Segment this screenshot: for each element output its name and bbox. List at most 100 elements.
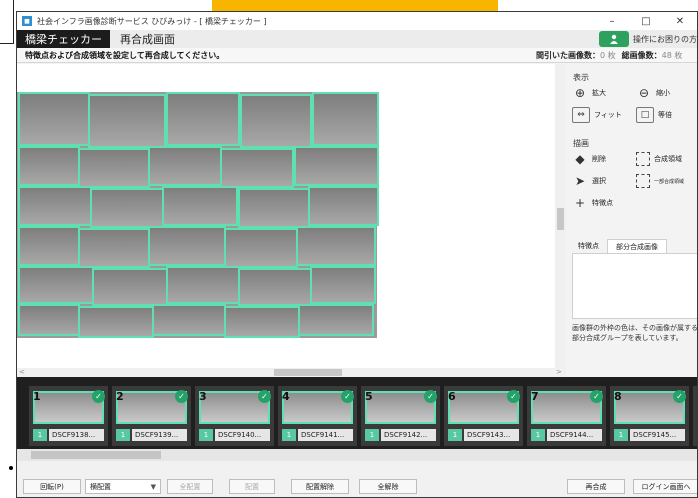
thumbnail-card[interactable]: 4 ✓ 1 DSCF9141... <box>278 386 357 446</box>
thumbnail-scrollbar[interactable] <box>17 449 697 461</box>
thumbnail-scroll-thumb[interactable] <box>31 451 161 459</box>
merge-area-tool-button[interactable]: 合成領域 <box>636 150 682 168</box>
mosaic-tile[interactable] <box>18 304 80 336</box>
delete-tool-button[interactable]: ◆ 削除 <box>572 150 606 168</box>
app-header: 橋梁チェッカー 再合成画面 操作にお困りの方 <box>17 30 697 48</box>
partial-area-tool-button[interactable]: 一部合成領域 <box>636 172 684 190</box>
help-button[interactable]: 操作にお困りの方 <box>599 31 697 47</box>
thumbnail-number: 5 <box>365 390 373 403</box>
mosaic-tile[interactable] <box>220 148 294 188</box>
mosaic-tile[interactable] <box>18 92 90 146</box>
instruction-text: 特徴点および合成領域を設定して再合成してください。 <box>25 50 225 60</box>
scroll-right-icon[interactable]: > <box>556 368 562 376</box>
thumbnail-filename: DSCF9145... <box>630 429 685 441</box>
scroll-left-icon[interactable]: < <box>19 368 25 376</box>
group-badge: 1 <box>116 429 130 441</box>
dashed-rect-icon <box>636 152 650 166</box>
group-badge: 1 <box>33 429 47 441</box>
mosaic-tile[interactable] <box>296 226 376 266</box>
view-section-label: 表示 <box>573 73 589 82</box>
check-circle-icon: ✓ <box>175 390 188 403</box>
partial-images-panel <box>572 253 697 319</box>
thumbnail-card[interactable]: 7 ✓ 1 DSCF9144... <box>527 386 606 446</box>
mosaic-tile[interactable] <box>294 146 379 186</box>
actual-size-button[interactable]: □ 等倍 <box>636 106 672 124</box>
mosaic-tile[interactable] <box>18 146 80 186</box>
background-window-fragment <box>0 0 14 44</box>
mosaic-tile[interactable] <box>148 226 226 266</box>
mosaic-tile[interactable] <box>310 266 376 304</box>
mosaic-tile[interactable] <box>166 92 240 146</box>
zoom-in-button[interactable]: ⊕ 拡大 <box>572 84 606 102</box>
group-badge: 1 <box>531 429 545 441</box>
zoom-out-button[interactable]: ⊖ 縮小 <box>636 84 670 102</box>
select-tool-button[interactable]: ➤ 選択 <box>572 172 606 190</box>
background-dot <box>9 466 13 470</box>
mosaic-tile[interactable] <box>88 94 166 148</box>
mosaic-tile[interactable] <box>78 306 154 338</box>
thumbnail-card[interactable]: 2 ✓ 1 DSCF9139... <box>112 386 191 446</box>
canvas-horizontal-scrollbar[interactable]: < > <box>17 368 566 377</box>
minimize-button[interactable]: – <box>595 12 629 30</box>
total-count-label: 総画像数： <box>621 51 662 60</box>
mosaic-tile[interactable] <box>238 188 310 228</box>
recompose-button[interactable]: 再合成 <box>567 479 625 494</box>
mosaic-tile[interactable] <box>224 228 298 268</box>
thumbnail-number: 8 <box>614 390 622 403</box>
layout-select[interactable]: 横配置 ▼ <box>85 479 161 494</box>
tab-partial-images[interactable]: 部分合成画像 <box>607 239 667 253</box>
thumbnail-card[interactable]: 1 ✓ 1 DSCF9138... <box>29 386 108 446</box>
mosaic-tile[interactable] <box>18 186 92 226</box>
info-bar: 特徴点および合成領域を設定して再合成してください。 間引いた画像数： 0 枚 総… <box>17 48 697 63</box>
check-circle-icon: ✓ <box>424 390 437 403</box>
place-button[interactable]: 配置 <box>229 479 275 494</box>
mosaic-tile[interactable] <box>312 92 379 146</box>
group-badge: 1 <box>282 429 296 441</box>
mosaic-tile[interactable] <box>78 148 150 188</box>
thumbnail-card[interactable]: 3 ✓ 1 DSCF9140... <box>195 386 274 446</box>
image-counts: 間引いた画像数： 0 枚 総画像数： 48 枚 <box>536 48 688 63</box>
mosaic-tile[interactable] <box>308 186 379 226</box>
thumbnail-card[interactable]: 9✓1DSCF9146... <box>693 386 697 446</box>
composite-canvas[interactable] <box>17 64 566 368</box>
merge-area-label: 合成領域 <box>654 155 682 163</box>
mosaic-tile[interactable] <box>148 146 222 186</box>
place-all-button[interactable]: 全配置 <box>167 479 213 494</box>
canvas-vertical-scrollbar[interactable] <box>555 64 566 368</box>
horizontal-scroll-thumb[interactable] <box>274 369 342 376</box>
mosaic-tile[interactable] <box>162 186 238 226</box>
fit-button[interactable]: ⇔ フィット <box>572 106 622 124</box>
partial-area-label: 一部合成領域 <box>654 178 685 185</box>
mosaic-tile[interactable] <box>90 188 164 228</box>
mosaic-tile[interactable] <box>166 266 240 304</box>
thumbnail-number: 2 <box>116 390 124 403</box>
thumbnail-card[interactable]: 6 ✓ 1 DSCF9143... <box>444 386 523 446</box>
mosaic-tile[interactable] <box>238 268 312 306</box>
rotate-button[interactable]: 回転(P) <box>23 479 81 494</box>
mosaic-tile[interactable] <box>18 226 80 266</box>
mosaic-tile[interactable] <box>78 228 150 268</box>
vertical-scroll-thumb[interactable] <box>557 208 564 230</box>
mosaic-tile[interactable] <box>18 266 94 304</box>
thumbnail-number: 4 <box>282 390 290 403</box>
unplace-button[interactable]: 配置解除 <box>291 479 349 494</box>
thumbnail-number: 3 <box>199 390 207 403</box>
thumbnail-card[interactable]: 8 ✓ 1 DSCF9145... <box>610 386 689 446</box>
actual-size-label: 等倍 <box>658 111 672 119</box>
mosaic-tile[interactable] <box>152 304 226 336</box>
maximize-button[interactable]: □ <box>629 12 663 30</box>
layout-select-value: 横配置 <box>90 482 111 491</box>
tab-feature-points[interactable]: 特徴点 <box>570 239 607 253</box>
close-button[interactable]: ✕ <box>663 12 697 30</box>
mosaic-tile[interactable] <box>92 268 168 306</box>
frame-color-note: 画像群の外枠の色は、その画像が属する部分合成グループを表しています。 <box>572 324 698 342</box>
thumbnail-card[interactable]: 5 ✓ 1 DSCF9142... <box>361 386 440 446</box>
mosaic-tile[interactable] <box>224 306 300 338</box>
clear-all-button[interactable]: 全解除 <box>359 479 417 494</box>
feature-point-tool-button[interactable]: + 特徴点 <box>572 194 613 212</box>
login-screen-button[interactable]: ログイン画面へ <box>633 479 697 494</box>
bottom-toolbar: 回転(P) 横配置 ▼ 全配置 配置 配置解除 全解除 再合成 ログイン画面へ <box>17 461 697 497</box>
mosaic-tile[interactable] <box>298 304 374 336</box>
mosaic-tile[interactable] <box>240 94 312 148</box>
stitched-image-mosaic[interactable] <box>17 64 566 368</box>
